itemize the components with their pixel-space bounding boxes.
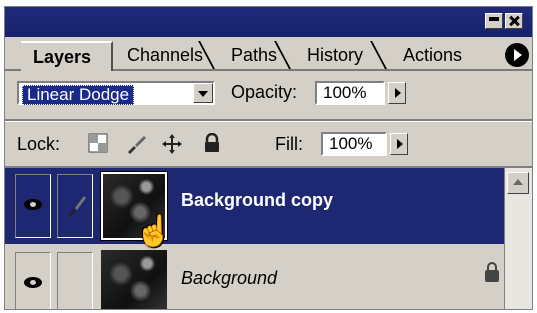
move-icon[interactable] [161,133,183,155]
layer-row-background[interactable]: Background [5,246,504,309]
lock-row: Lock: Fill: 100% [5,122,532,166]
tab-actions[interactable]: Actions [385,41,468,69]
checker-icon[interactable] [87,133,109,155]
brush-icon [68,196,86,217]
layer-name[interactable]: Background copy [181,190,333,211]
blend-row: Linear Dodge Opacity: 100% [5,71,532,119]
tab-paths[interactable]: Paths [213,41,283,69]
tab-label: Layers [33,47,92,67]
visibility-toggle[interactable] [15,174,51,238]
tab-label: Paths [231,45,278,65]
vertical-scrollbar[interactable] [504,168,532,309]
fill-field[interactable]: 100% [321,132,387,156]
layers-panel: Layers Channels Paths History Actions Li… [4,6,533,310]
opacity-slider-arrow-icon[interactable] [388,82,406,104]
tab-history[interactable]: History [289,41,369,69]
tab-layers[interactable]: Layers [21,41,113,71]
fill-label: Fill: [275,134,303,154]
scroll-up-icon[interactable] [507,172,529,194]
layer-row-background-copy[interactable]: Background copy ☝ [5,168,504,248]
link-toggle[interactable] [57,252,93,309]
opacity-field[interactable]: 100% [315,81,385,105]
minimize-button[interactable] [485,13,503,29]
hand-cursor-icon: ☝ [135,215,173,248]
brush-icon[interactable] [125,133,147,155]
tab-label: Actions [403,45,463,65]
tab-label: History [307,45,364,65]
link-toggle[interactable] [57,174,93,238]
tab-bar: Layers Channels Paths History Actions [5,37,532,71]
lock-label: Lock: [17,134,61,154]
layer-list: Background copy ☝ Background [5,168,504,309]
close-button[interactable] [505,13,523,29]
panel-titlebar [5,7,532,37]
padlock-icon[interactable] [201,132,223,155]
lock-icon [485,262,499,282]
tab-label: Channels [127,45,204,65]
layer-name[interactable]: Background [181,268,277,289]
visibility-toggle[interactable] [15,252,51,309]
blend-mode-value: Linear Dodge [22,85,135,105]
tab-channels[interactable]: Channels [109,41,209,69]
blend-mode-select[interactable]: Linear Dodge [17,81,215,105]
opacity-label: Opacity: [231,82,298,102]
eye-icon [24,277,42,288]
fill-slider-arrow-icon[interactable] [390,133,408,155]
eye-icon [24,199,42,210]
chevron-down-icon[interactable] [193,83,213,103]
layer-thumbnail[interactable] [101,250,167,309]
panel-menu-icon[interactable] [505,43,529,67]
